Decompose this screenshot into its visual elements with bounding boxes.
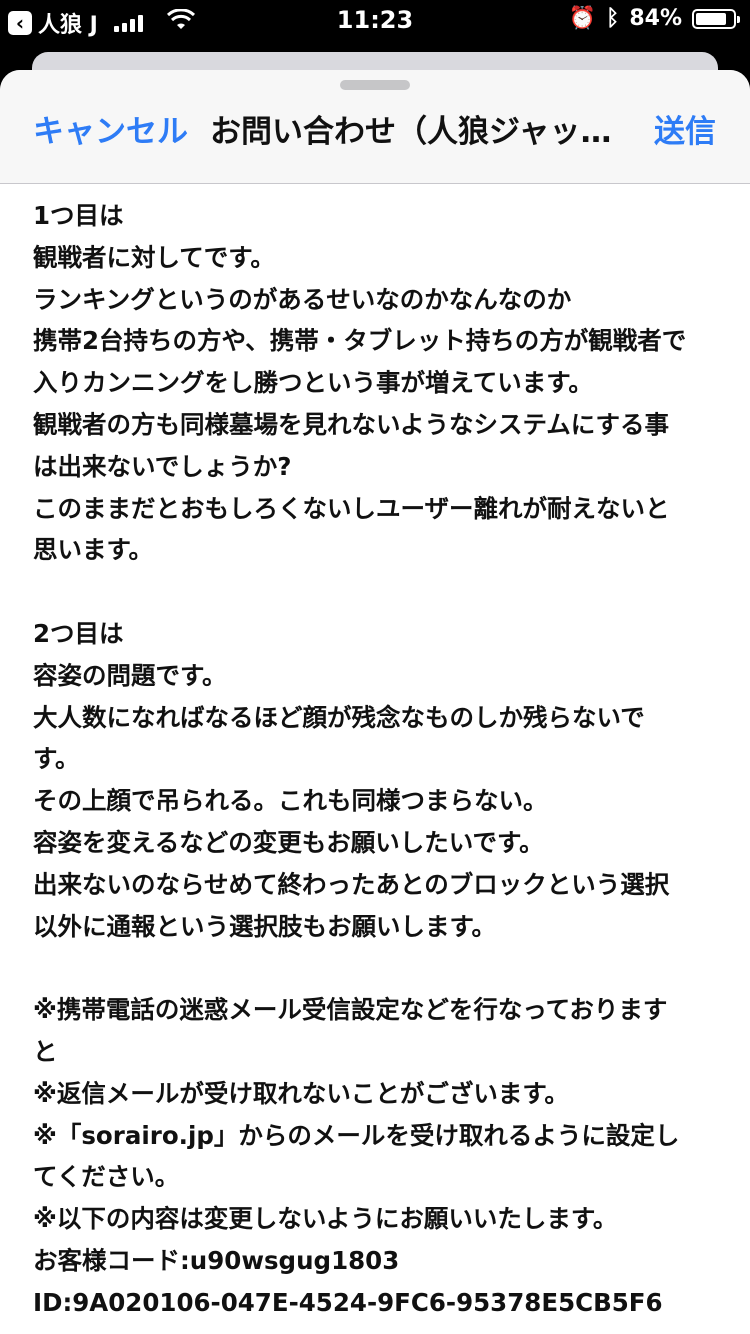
message-line: 大人数になればなるほど顔が残念なものしか残らないで (33, 702, 645, 732)
status-right: ⏰ ᛒ 84% (568, 6, 740, 31)
battery-icon (692, 8, 740, 29)
message-line: 容姿の問題です。 (33, 660, 227, 690)
message-line: 出来ないのならせめて終わったあとのブロックという選択 (33, 869, 670, 899)
message-line: す。 (33, 744, 80, 774)
message-line: 1つ目は (33, 201, 124, 230)
message-line (33, 571, 723, 613)
message-line: ID:9A020106-047E-4524-9FC6-95378E5CB5F6 (33, 1287, 663, 1317)
message-line: その上顔で吊られる。これも同様つまらない。 (33, 786, 548, 816)
sheet-grabber[interactable] (340, 80, 410, 90)
message-line: ※以下の内容は変更しないようにお願いいたします。 (33, 1204, 618, 1234)
message-body[interactable]: 1つ目は観戦者に対してです。ランキングというのがあるせいなのかなんなのか携帯2台… (33, 195, 723, 1324)
status-bar: ‹ 人狼 J 11:23 ⏰ ᛒ 84% (0, 0, 750, 40)
message-line: は出来ないでしょうか? (33, 451, 292, 481)
message-line: 以外に通報という選択肢もお願いします。 (33, 911, 497, 941)
message-line (33, 947, 723, 989)
sheet-header: キャンセル お問い合わせ（人狼ジャッ… 送信 (0, 70, 750, 184)
message-line: ※返信メールが受け取れないことがございます。 (33, 1078, 569, 1108)
message-line: 思います。 (33, 535, 154, 565)
message-line: 携帯2台持ちの方や、携帯・タブレット持ちの方が観戦者で (33, 326, 687, 356)
send-button[interactable]: 送信 (654, 106, 716, 151)
message-line: ※「sorairo.jp」からのメールを受け取れるように設定し (33, 1120, 680, 1150)
message-line: 観戦者の方も同様墓場を見れないようなシステムにする事 (33, 409, 670, 439)
message-line: ※携帯電話の迷惑メール受信設定などを行なっております (33, 995, 668, 1025)
compose-sheet: キャンセル お問い合わせ（人狼ジャッ… 送信 1つ目は観戦者に対してです。ランキ… (0, 70, 750, 1334)
message-line: 2つ目は (33, 618, 124, 648)
message-line: 入りカンニングをし勝つという事が増えています。 (33, 368, 593, 398)
bluetooth-icon: ᛒ (606, 6, 620, 31)
battery-percent: 84% (629, 6, 682, 31)
cancel-button[interactable]: キャンセル (33, 106, 188, 151)
message-line: ランキングというのがあるせいなのかなんなのか (33, 284, 572, 314)
message-line: このままだとおもしろくないしユーザー離れが耐えないと (33, 493, 670, 523)
battery-fill (696, 12, 727, 25)
message-line: と (33, 1036, 58, 1066)
sheet-title: お問い合わせ（人狼ジャッ… (210, 114, 612, 150)
message-line: 観戦者に対してです。 (33, 242, 275, 272)
alarm-icon: ⏰ (568, 6, 597, 31)
message-line: 容姿を変えるなどの変更もお願いしたいです。 (33, 827, 544, 857)
message-line: お客様コード:u90wsgug1803 (33, 1245, 400, 1275)
message-line: てください。 (33, 1162, 180, 1192)
